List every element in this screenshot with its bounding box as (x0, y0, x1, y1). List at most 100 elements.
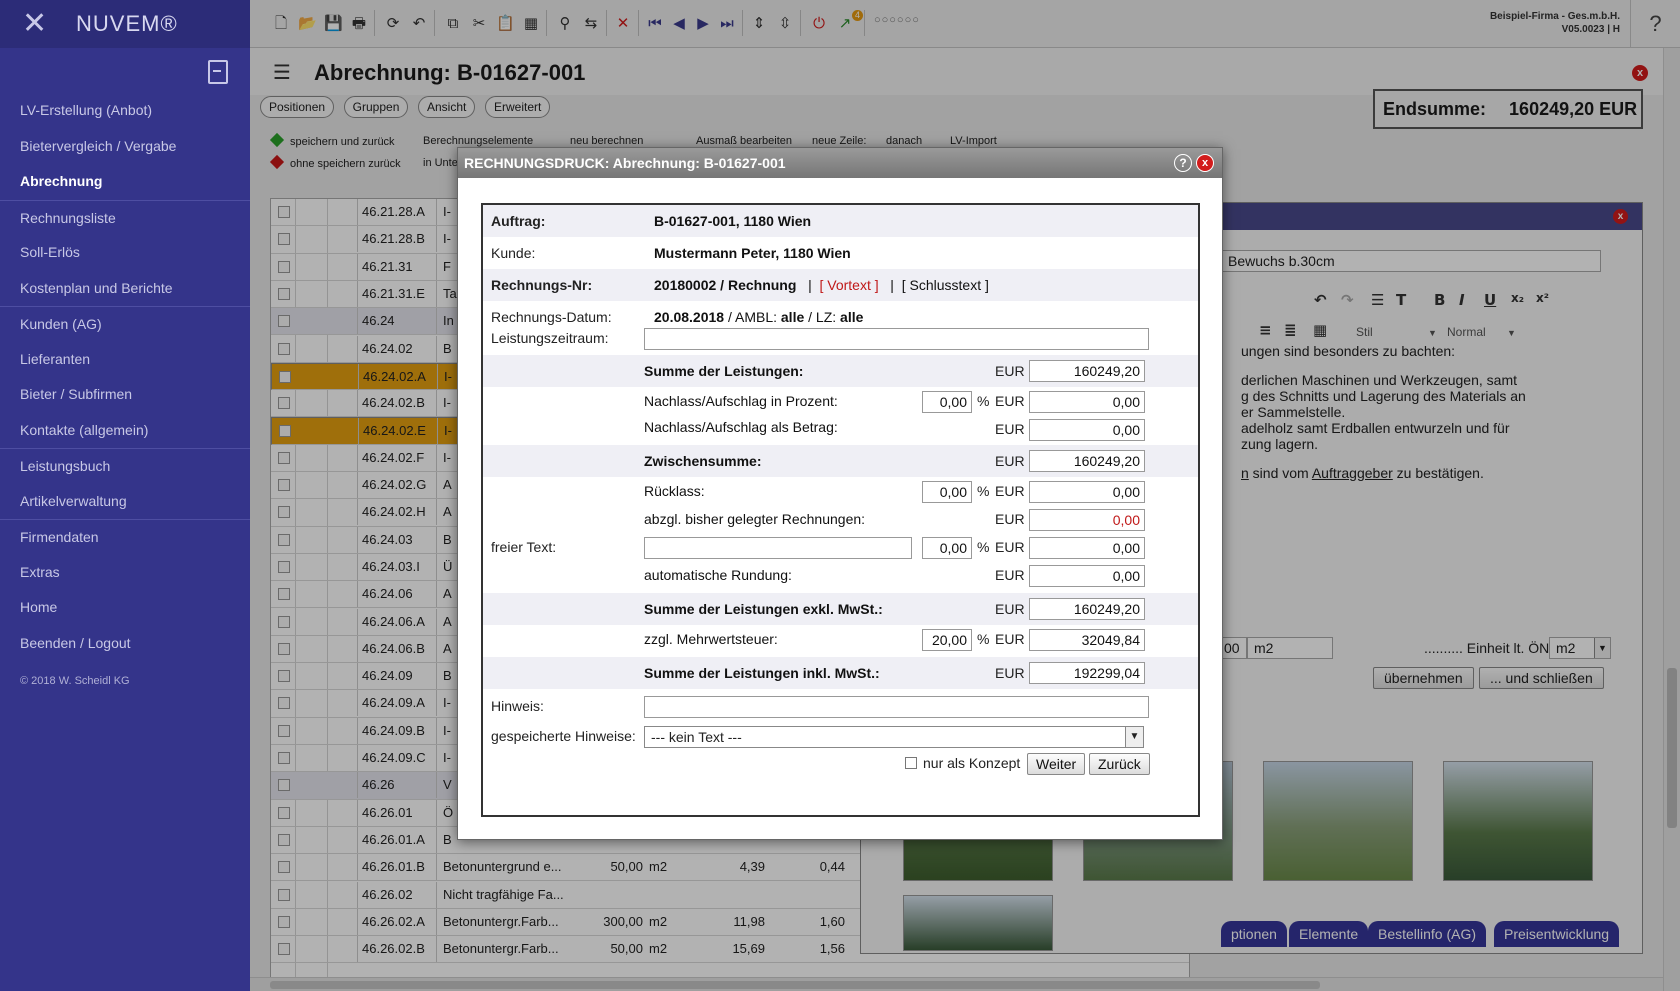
kunde-value: Mustermann Peter, 1180 Wien (654, 245, 851, 261)
rechnungsnr-row: Rechnungs-Nr: 20180002 / Rechnung | [ Vo… (483, 269, 1198, 301)
percent-label: % (977, 631, 990, 647)
summe-inkl-value: 192299,04 (1029, 662, 1145, 684)
abzgl-row: abzgl. bisher gelegter Rechnungen: EUR 0… (483, 507, 1198, 535)
currency-label: EUR (995, 421, 1025, 437)
sidebar-item-home[interactable]: Home (0, 590, 250, 626)
freier-text-label: freier Text: (491, 539, 557, 555)
sidebar-menu: LV-Erstellung (Anbot) Bietervergleich / … (0, 93, 250, 661)
abzgl-amount: 0,00 (1029, 509, 1145, 531)
freier-text-input[interactable] (644, 537, 912, 559)
hinweis-input[interactable] (644, 696, 1149, 718)
nachlass-prozent-row: Nachlass/Aufschlag in Prozent: 0,00 % EU… (483, 387, 1198, 415)
currency-label: EUR (995, 453, 1025, 469)
hinweis-row: Hinweis: (483, 691, 1198, 721)
rundung-amount[interactable]: 0,00 (1029, 565, 1145, 587)
sidebar-item-logout[interactable]: Beenden / Logout (0, 626, 250, 662)
rechnungsnr-value: 20180002 / Rechnung (654, 277, 797, 293)
summe-inkl-label: Summe der Leistungen inkl. MwSt.: (644, 665, 880, 681)
ruecklass-prozent-input[interactable]: 0,00 (922, 481, 972, 503)
copyright: © 2018 W. Scheidl KG (20, 675, 130, 687)
sidebar-item-leistungsbuch[interactable]: Leistungsbuch (0, 448, 250, 484)
leistungszeitraum-row: Leistungszeitraum: (483, 323, 1198, 353)
currency-label: EUR (995, 539, 1025, 555)
ruecklass-amount: 0,00 (1029, 481, 1145, 503)
percent-label: % (977, 539, 990, 555)
sidebar-item-rechnungsliste[interactable]: Rechnungsliste (0, 199, 250, 236)
nachlass-betrag-row: Nachlass/Aufschlag als Betrag: EUR 0,00 (483, 415, 1198, 443)
currency-label: EUR (995, 511, 1025, 527)
mwst-amount: 32049,84 (1029, 629, 1145, 651)
abzgl-label: abzgl. bisher gelegter Rechnungen: (644, 511, 866, 527)
nachlass-betrag-label: Nachlass/Aufschlag als Betrag: (644, 419, 838, 435)
leistungszeitraum-input[interactable] (644, 328, 1149, 350)
sidebar-item-lieferanten[interactable]: Lieferanten (0, 342, 250, 378)
schlusstext-link[interactable]: [ Schlusstext ] (902, 277, 989, 293)
gespeicherte-hinweise-select[interactable]: --- kein Text --- ▼ (644, 726, 1144, 748)
currency-label: EUR (995, 631, 1025, 647)
weiter-button[interactable]: Weiter (1027, 753, 1086, 775)
currency-label: EUR (995, 665, 1025, 681)
zwischensumme-label: Zwischensumme: (644, 453, 762, 469)
sidebar-item-bieter[interactable]: Bieter / Subfirmen (0, 377, 250, 413)
rundung-row: automatische Rundung: EUR 0,00 (483, 563, 1198, 591)
nachlass-prozent-amount: 0,00 (1029, 391, 1145, 413)
auftrag-row: Auftrag: B-01627-001, 1180 Wien (483, 205, 1198, 237)
summe-inkl-row: Summe der Leistungen inkl. MwSt.: EUR 19… (483, 657, 1198, 689)
hinweis-label: Hinweis: (491, 698, 544, 714)
freier-text-prozent-input[interactable]: 0,00 (922, 537, 972, 559)
nachlass-prozent-label: Nachlass/Aufschlag in Prozent: (644, 393, 838, 409)
brand-name: NUVEM® (76, 11, 178, 36)
chevron-down-icon: ▼ (1125, 727, 1143, 747)
currency-label: EUR (995, 567, 1025, 583)
sidebar-item-kontakte[interactable]: Kontakte (allgemein) (0, 413, 250, 449)
kunde-label: Kunde: (491, 245, 536, 261)
sidebar-item-kunden[interactable]: Kunden (AG) (0, 306, 250, 342)
zurueck-button[interactable]: Zurück (1089, 753, 1150, 775)
rechnungsnr-value-group: 20180002 / Rechnung | [ Vortext ] | [ Sc… (654, 277, 989, 293)
currency-label: EUR (995, 483, 1025, 499)
sidebar-item-abrechnung[interactable]: Abrechnung (0, 164, 250, 200)
rechnungsdatum-row: Rechnungs-Datum: 20.08.2018 / AMBL: alle… (483, 301, 1198, 325)
currency-label: EUR (995, 393, 1025, 409)
vortext-link[interactable]: [ Vortext ] (820, 277, 879, 293)
auftrag-value: B-01627-001, 1180 Wien (654, 213, 812, 229)
sidebar-item-bietervergleich[interactable]: Bietervergleich / Vergabe (0, 129, 250, 165)
logo-x-icon: ✕ (22, 6, 48, 41)
dialog-header: RECHNUNGSDRUCK: Abrechnung: B-01627-001 … (458, 148, 1222, 178)
percent-label: % (977, 393, 990, 409)
sidebar-item-kostenplan[interactable]: Kostenplan und Berichte (0, 271, 250, 307)
currency-label: EUR (995, 363, 1025, 379)
nachlass-betrag-input[interactable]: 0,00 (1029, 419, 1145, 441)
zwischensumme-row: Zwischensumme: EUR 160249,20 (483, 445, 1198, 477)
summe-exkl-row: Summe der Leistungen exkl. MwSt.: EUR 16… (483, 593, 1198, 625)
summe-value: 160249,20 (1029, 360, 1145, 382)
summe-row: Summe der Leistungen: EUR 160249,20 (483, 355, 1198, 387)
currency-label: EUR (995, 601, 1025, 617)
summe-exkl-label: Summe der Leistungen exkl. MwSt.: (644, 601, 883, 617)
sidebar-item-soll-erloes[interactable]: Soll-Erlös (0, 235, 250, 271)
sidebar-item-extras[interactable]: Extras (0, 555, 250, 591)
collapse-sidebar-icon[interactable] (208, 60, 228, 84)
konzept-checkbox[interactable] (905, 757, 917, 769)
gespeicherte-hinweise-label: gespeicherte Hinweise: (491, 728, 636, 744)
sidebar-item-artikelverwaltung[interactable]: Artikelverwaltung (0, 484, 250, 520)
help-icon[interactable]: ? (1174, 154, 1192, 172)
dialog-content: Auftrag: B-01627-001, 1180 Wien Kunde: M… (481, 203, 1200, 817)
logo: ✕ NUVEM® (0, 0, 250, 48)
rechnungsdruck-dialog: RECHNUNGSDRUCK: Abrechnung: B-01627-001 … (457, 147, 1223, 840)
summe-exkl-value: 160249,20 (1029, 598, 1145, 620)
sidebar-item-lv-erstellung[interactable]: LV-Erstellung (Anbot) (0, 93, 250, 129)
summe-label: Summe der Leistungen: (644, 363, 804, 379)
mwst-label: zzgl. Mehrwertsteuer: (644, 631, 778, 647)
percent-label: % (977, 483, 990, 499)
close-icon[interactable]: x (1196, 154, 1214, 172)
freier-text-amount[interactable]: 0,00 (1029, 537, 1145, 559)
sidebar-item-firmendaten[interactable]: Firmendaten (0, 519, 250, 555)
dialog-actions-row: nur als Konzept Weiter Zurück (483, 749, 1198, 779)
dialog-title: RECHNUNGSDRUCK: Abrechnung: B-01627-001 (464, 155, 786, 171)
ruecklass-label: Rücklass: (644, 483, 705, 499)
sidebar: ✕ NUVEM® LV-Erstellung (Anbot) Bieterver… (0, 0, 250, 991)
nachlass-prozent-input[interactable]: 0,00 (922, 391, 972, 413)
mwst-prozent-input[interactable]: 20,00 (922, 629, 972, 651)
ruecklass-row: Rücklass: 0,00 % EUR 0,00 (483, 479, 1198, 507)
